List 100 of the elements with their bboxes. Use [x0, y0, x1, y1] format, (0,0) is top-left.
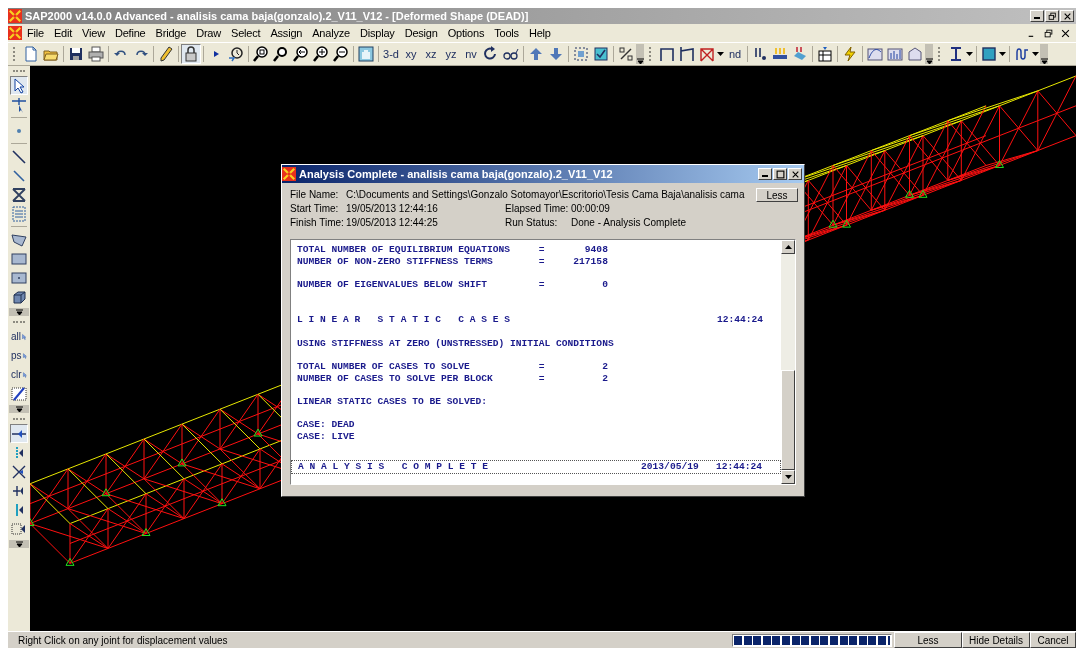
menu-item[interactable]: Bridge [150, 27, 192, 39]
percent-icon[interactable] [618, 46, 634, 62]
dropdown-caret-icon[interactable] [1032, 52, 1040, 56]
log-line: NUMBER OF NON-ZERO STIFFNESS TERMS = 217158 [297, 255, 608, 268]
section-icon[interactable] [981, 46, 997, 62]
zoom-in-icon[interactable] [313, 46, 329, 62]
toolbar-button[interactable]: ps [10, 346, 28, 365]
restore-icon[interactable] [1044, 28, 1053, 38]
field-value: 19/05/2013 12:44:25 [346, 217, 439, 228]
dropdown-caret-icon[interactable] [966, 52, 974, 56]
overflow-arrow-icon [1040, 58, 1048, 64]
menu-item[interactable]: Options [442, 27, 490, 39]
grid-restraint-icon[interactable] [11, 520, 27, 537]
menu-item[interactable]: Analyze [307, 27, 355, 39]
menu-item[interactable]: Edit [48, 27, 78, 39]
rectangle-icon[interactable] [11, 250, 27, 267]
new-file-icon[interactable] [23, 46, 39, 62]
log-line: USING STIFFNESS AT ZERO (UNSTRESSED) INITIAL CONDITIONS [297, 337, 614, 350]
portal-frame-icon[interactable] [659, 46, 675, 62]
scroll-down-button[interactable] [781, 470, 795, 484]
menu-item[interactable]: Help [523, 27, 556, 39]
maximize-button[interactable] [773, 168, 787, 180]
bar-graph-icon[interactable] [887, 46, 903, 62]
menu-item[interactable]: View [77, 27, 110, 39]
close-button[interactable] [788, 168, 802, 180]
cross-restraint-icon[interactable] [11, 463, 27, 480]
toolbar-button[interactable]: xz [421, 44, 441, 64]
minimize-icon [1034, 17, 1040, 19]
lightning-icon[interactable] [842, 46, 858, 62]
restore-button[interactable] [1045, 10, 1059, 22]
toolbar-button[interactable]: yz [441, 44, 461, 64]
line-icon[interactable] [11, 148, 27, 165]
joint-loads-icon[interactable] [752, 46, 768, 62]
toolbar-button[interactable]: xy [401, 44, 421, 64]
status-button[interactable]: Hide Details [962, 632, 1030, 648]
zoom-full-icon[interactable] [273, 46, 289, 62]
table-icon[interactable] [817, 46, 833, 62]
toolbar-overflow-button[interactable] [1040, 44, 1048, 64]
pointer-icon[interactable] [11, 77, 27, 94]
toolbar-overflow-button[interactable] [9, 308, 29, 316]
pencil-icon[interactable] [158, 46, 174, 62]
toolbar-overflow-button[interactable] [9, 540, 29, 548]
status-button[interactable]: Less [894, 632, 962, 648]
zoom-out-icon[interactable] [333, 46, 349, 62]
minimize-button[interactable] [1030, 10, 1044, 22]
scroll-thumb[interactable] [781, 370, 795, 470]
toolbar-overflow-button[interactable] [925, 44, 933, 64]
padlock-icon[interactable] [183, 46, 199, 62]
toolbar-button[interactable]: nv [461, 44, 481, 64]
toolbar-overflow-button[interactable] [636, 44, 644, 64]
less-button[interactable]: Less [756, 188, 798, 202]
zoom-window-icon[interactable] [253, 46, 269, 62]
i-beam-icon[interactable] [948, 46, 964, 62]
log-timestamp: 12:44:24 [716, 314, 763, 326]
toolbar-button[interactable]: clr [10, 365, 28, 384]
menu-item[interactable]: Select [226, 27, 266, 39]
sloped-frame-icon[interactable] [679, 46, 695, 62]
menu-item[interactable]: Assign [265, 27, 308, 39]
truss-frame-icon[interactable] [699, 46, 715, 62]
close-button[interactable] [1060, 10, 1074, 22]
spring-icon[interactable] [1014, 46, 1030, 62]
status-button[interactable]: Cancel [1030, 632, 1076, 648]
printer-icon[interactable] [88, 46, 104, 62]
line-icon[interactable] [11, 167, 27, 184]
cube-icon[interactable] [11, 288, 27, 305]
up-arrow-icon[interactable] [528, 46, 544, 62]
menu-item[interactable]: Tools [489, 27, 524, 39]
vertical-scrollbar[interactable] [781, 240, 795, 484]
hatched-grid-icon[interactable] [11, 385, 27, 402]
dropdown-caret-icon[interactable] [717, 52, 725, 56]
frame-loads-icon[interactable] [772, 46, 788, 62]
cross-brace-icon[interactable] [11, 186, 27, 203]
toolbar-button[interactable]: nd [725, 44, 745, 64]
rectangle-icon[interactable] [11, 269, 27, 286]
toolbar-overflow-button[interactable] [9, 405, 29, 413]
app-logo-icon [8, 26, 22, 40]
close-icon [790, 169, 800, 179]
area-loads-icon[interactable] [792, 46, 808, 62]
menu-item[interactable]: Design [399, 27, 443, 39]
overflow-arrow-icon [15, 406, 23, 412]
glasses-icon[interactable] [503, 46, 519, 62]
menu-item[interactable]: File [22, 27, 49, 39]
checkbox-icon[interactable] [593, 46, 609, 62]
minimize-button[interactable] [758, 168, 772, 180]
toolbar-button[interactable]: all [10, 327, 28, 346]
menu-item[interactable]: Define [109, 27, 151, 39]
curve-graph-icon[interactable] [867, 46, 883, 62]
node-pointer-icon[interactable] [11, 96, 27, 113]
polygon-icon[interactable] [11, 231, 27, 248]
down-arrow-icon[interactable] [548, 46, 564, 62]
dropdown-caret-icon[interactable] [999, 52, 1007, 56]
menu-item[interactable]: Display [354, 27, 400, 39]
zoom-previous-icon[interactable] [293, 46, 309, 62]
rotate-icon[interactable] [483, 46, 499, 62]
log-line: LINEAR STATIC CASES TO BE SOLVED: [297, 395, 487, 408]
toolbar-button[interactable]: 3-d [381, 44, 401, 64]
scroll-up-button[interactable] [781, 240, 795, 254]
menu-item[interactable]: Draw [191, 27, 227, 39]
shape-graph-icon[interactable] [907, 46, 923, 62]
close-icon[interactable] [1061, 28, 1070, 38]
